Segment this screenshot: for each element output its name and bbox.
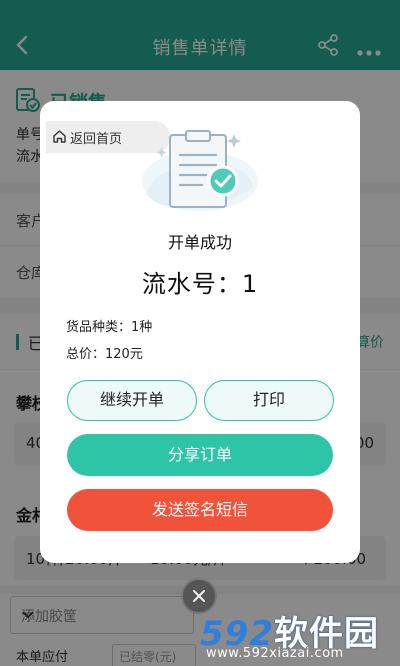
serial-value: 1: [241, 270, 259, 298]
dialog-title: 开单成功: [167, 233, 232, 252]
home-icon: [52, 129, 67, 144]
order-success-dialog: 返回首页 开单成功 流水号：1 货品种类：1种 总价：120元 继续开单 打印 …: [40, 101, 360, 563]
send-signature-sms-button[interactable]: 发送签名短信: [67, 489, 333, 531]
clipboard-check-icon: [140, 123, 260, 223]
watermark-url: www.592xiazai.com: [206, 646, 344, 661]
total-price: 总价：120元: [66, 347, 143, 362]
share-order-button[interactable]: 分享订单: [67, 434, 333, 476]
print-button[interactable]: 打印: [204, 380, 334, 421]
back-home-label: 返回首页: [70, 132, 123, 147]
serial-number: 流水号：1: [40, 264, 360, 299]
serial-label: 流水号：: [141, 270, 242, 298]
site-watermark: 592软件园 www.592xiazai.com: [196, 602, 396, 664]
continue-order-button[interactable]: 继续开单: [67, 380, 197, 421]
goods-types: 货品种类：1种: [66, 320, 153, 335]
